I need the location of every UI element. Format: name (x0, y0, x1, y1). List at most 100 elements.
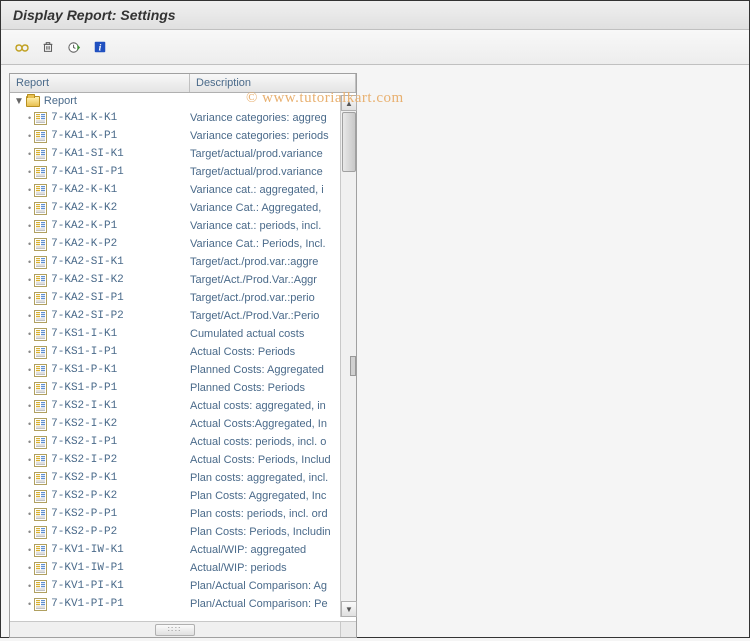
report-code: 7-KV1-IW-K1 (51, 544, 124, 556)
toolbar: i (1, 30, 749, 65)
bullet-icon: • (28, 563, 31, 573)
report-icon (34, 202, 47, 215)
row-description-cell: Actual Costs: Periods, Includ (190, 454, 356, 466)
row-description-cell: Actual costs: periods, incl. o (190, 436, 356, 448)
scroll-up-button[interactable]: ▲ (341, 95, 357, 111)
report-code: 7-KA1-K-K1 (51, 112, 117, 124)
row-report-cell: • 7-KA1-SI-P1 (10, 166, 190, 179)
tree-row[interactable]: • 7-KS2-I-P2Actual Costs: Periods, Inclu… (10, 451, 356, 469)
bullet-icon: • (28, 203, 31, 213)
horizontal-scrollbar[interactable]: ∷∷ (10, 621, 340, 637)
row-report-cell: • 7-KS2-P-P1 (10, 508, 190, 521)
row-description-cell: Actual costs: aggregated, in (190, 400, 356, 412)
row-description-cell: Variance categories: periods (190, 130, 356, 142)
glasses-icon (14, 39, 30, 55)
column-header-description[interactable]: Description (190, 74, 356, 92)
bullet-icon: • (28, 473, 31, 483)
tree-row[interactable]: • 7-KS1-I-K1Cumulated actual costs (10, 325, 356, 343)
collapse-icon[interactable]: ▼ (14, 96, 24, 107)
row-description-cell: Variance Cat.: Aggregated, (190, 202, 356, 214)
tree-row[interactable]: • 7-KA2-K-K2 Variance Cat.: Aggregated, (10, 199, 356, 217)
tree-row[interactable]: • 7-KA2-SI-K1Target/act./prod.var.:aggre (10, 253, 356, 271)
bullet-icon: • (28, 257, 31, 267)
tree-row[interactable]: • 7-KA2-SI-K2 Target/Act./Prod.Var.:Aggr (10, 271, 356, 289)
report-code: 7-KA2-SI-P2 (51, 310, 124, 322)
report-code: 7-KA2-SI-K2 (51, 274, 124, 286)
row-report-cell: • 7-KA2-SI-P1 (10, 292, 190, 305)
report-icon (34, 256, 47, 269)
row-description-cell: Plan costs: periods, incl. ord (190, 508, 356, 520)
tree-row[interactable]: • 7-KS2-P-P1Plan costs: periods, incl. o… (10, 505, 356, 523)
report-code: 7-KS2-P-K2 (51, 490, 117, 502)
report-icon (34, 400, 47, 413)
bullet-icon: • (28, 239, 31, 249)
report-icon (34, 274, 47, 287)
bullet-icon: • (28, 275, 31, 285)
tree-row[interactable]: • 7-KS2-I-K2Actual Costs:Aggregated, In (10, 415, 356, 433)
report-icon (34, 130, 47, 143)
bullet-icon: • (28, 347, 31, 357)
row-report-cell: • 7-KS2-P-K1 (10, 472, 190, 485)
scroll-down-button[interactable]: ▼ (341, 601, 357, 617)
report-icon (34, 598, 47, 611)
report-icon (34, 544, 47, 557)
tree-row[interactable]: • 7-KA1-K-K1Variance categories: aggreg (10, 109, 356, 127)
tree-row[interactable]: • 7-KS1-P-P1Planned Costs: Periods (10, 379, 356, 397)
scroll-h-handle[interactable]: ∷∷ (155, 624, 195, 636)
tree-row[interactable]: • 7-KA2-K-P2Variance Cat.: Periods, Incl… (10, 235, 356, 253)
bullet-icon: • (28, 491, 31, 501)
tree-row[interactable]: • 7-KS2-I-K1Actual costs: aggregated, in (10, 397, 356, 415)
page-title: Display Report: Settings (13, 7, 176, 23)
tree-row[interactable]: • 7-KS2-P-K2Plan Costs: Aggregated, Inc (10, 487, 356, 505)
report-icon (34, 454, 47, 467)
report-icon (34, 328, 47, 341)
row-report-cell: • 7-KA2-SI-P2 (10, 310, 190, 323)
tree-row[interactable]: • 7-KS2-I-P1Actual costs: periods, incl.… (10, 433, 356, 451)
bullet-icon: • (28, 455, 31, 465)
tree-row[interactable]: • 7-KA2-K-P1Variance cat.: periods, incl… (10, 217, 356, 235)
tree-row[interactable]: • 7-KS2-P-P2Plan Costs: Periods, Includi… (10, 523, 356, 541)
report-code: 7-KS2-P-P2 (51, 526, 117, 538)
report-code: 7-KA2-SI-K1 (51, 256, 124, 268)
tree-row[interactable]: • 7-KV1-IW-P1Actual/WIP: periods (10, 559, 356, 577)
tree-row[interactable]: • 7-KA1-SI-P1Target/actual/prod.variance (10, 163, 356, 181)
tree-row[interactable]: • 7-KV1-PI-P1Plan/Actual Comparison: Pe (10, 595, 356, 613)
report-code: 7-KA2-K-K2 (51, 202, 117, 214)
glasses-button[interactable] (11, 36, 33, 58)
tree-row[interactable]: • 7-KA2-SI-P1Target/act./prod.var.:perio (10, 289, 356, 307)
tree-row[interactable]: • 7-KS1-P-K1Planned Costs: Aggregated (10, 361, 356, 379)
tree-row[interactable]: • 7-KA1-K-P1Variance categories: periods (10, 127, 356, 145)
tree-root-node[interactable]: ▼ Report (10, 93, 356, 109)
row-description-cell: Variance categories: aggreg (190, 112, 356, 124)
tree-row[interactable]: • 7-KA1-SI-K1Target/actual/prod.variance (10, 145, 356, 163)
content-area: © www.tutorialkart.com Report Descriptio… (1, 65, 749, 641)
report-code: 7-KS2-I-P1 (51, 436, 117, 448)
report-code: 7-KS1-I-P1 (51, 346, 117, 358)
execute-button[interactable] (63, 36, 85, 58)
info-button[interactable]: i (89, 36, 111, 58)
report-icon (34, 418, 47, 431)
bullet-icon: • (28, 131, 31, 141)
scroll-thumb[interactable] (342, 112, 356, 172)
delete-button[interactable] (37, 36, 59, 58)
tree-row[interactable]: • 7-KS1-I-P1Actual Costs: Periods (10, 343, 356, 361)
report-icon (34, 220, 47, 233)
tree-row[interactable]: • 7-KS2-P-K1Plan costs: aggregated, incl… (10, 469, 356, 487)
tree-row[interactable]: • 7-KA2-K-K1Variance cat.: aggregated, i (10, 181, 356, 199)
bullet-icon: • (28, 311, 31, 321)
tree-row[interactable]: • 7-KV1-IW-K1Actual/WIP: aggregated (10, 541, 356, 559)
row-description-cell: Target/act./prod.var.:perio (190, 292, 356, 304)
report-code: 7-KS1-P-P1 (51, 382, 117, 394)
row-report-cell: • 7-KV1-PI-P1 (10, 598, 190, 611)
row-description-cell: Target/Act./Prod.Var.:Perio (190, 310, 356, 322)
row-description-cell: Target/Act./Prod.Var.:Aggr (190, 274, 356, 286)
tree-row[interactable]: • 7-KV1-PI-K1Plan/Actual Comparison: Ag (10, 577, 356, 595)
scroll-corner (340, 621, 356, 637)
tree-row[interactable]: • 7-KA2-SI-P2Target/Act./Prod.Var.:Perio (10, 307, 356, 325)
vertical-scrollbar[interactable]: ▲ ▼ (340, 95, 356, 617)
bullet-icon: • (28, 329, 31, 339)
column-header-report[interactable]: Report (10, 74, 190, 92)
row-description-cell: Variance cat.: periods, incl. (190, 220, 356, 232)
row-description-cell: Plan/Actual Comparison: Pe (190, 598, 356, 610)
row-description-cell: Planned Costs: Aggregated (190, 364, 356, 376)
